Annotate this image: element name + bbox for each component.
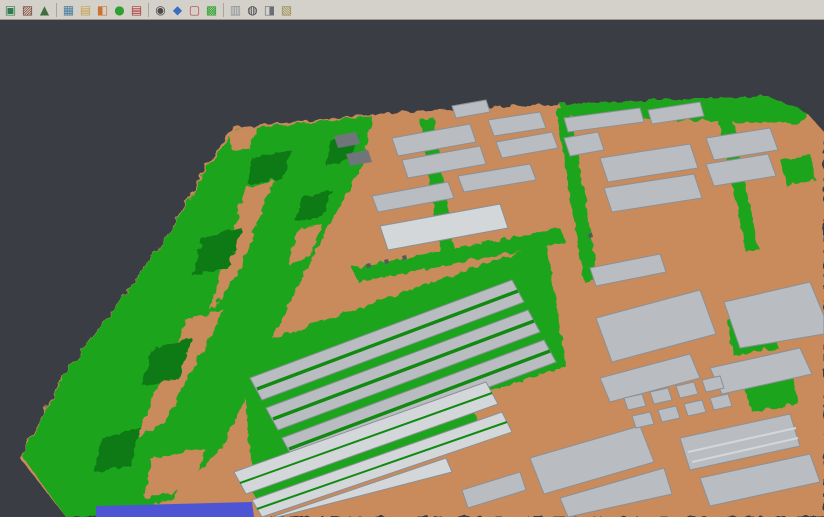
toolbar-separator: [223, 3, 224, 17]
crop-tool-icon[interactable]: ◆: [169, 2, 186, 18]
split-view-icon[interactable]: ◨: [261, 2, 278, 18]
import-data-icon[interactable]: ▨: [19, 2, 36, 18]
globe-icon[interactable]: ◍: [244, 2, 261, 18]
toolbar-separator: [148, 3, 149, 17]
toolbar: ▣▨▲▦▤◧●▤◉◆▢▩▥◍◨▧: [0, 0, 824, 20]
window-layout-icon[interactable]: ▥: [227, 2, 244, 18]
filter-icon[interactable]: ▤: [128, 2, 145, 18]
histogram-icon[interactable]: ▧: [278, 2, 295, 18]
toolbar-separator: [56, 3, 57, 17]
texture-icon[interactable]: ▤: [77, 2, 94, 18]
terrain-view-icon[interactable]: ▲: [36, 2, 53, 18]
scene-svg[interactable]: [0, 20, 824, 517]
point-cloud-icon[interactable]: ▦: [60, 2, 77, 18]
application-window: ▣▨▲▦▤◧●▤◉◆▢▩▥◍◨▧: [0, 0, 824, 517]
orthophoto-icon[interactable]: ◧: [94, 2, 111, 18]
settings-gear-icon[interactable]: ◉: [152, 2, 169, 18]
viewport-3d[interactable]: [0, 20, 824, 517]
bounding-box-icon[interactable]: ▢: [186, 2, 203, 18]
classification-icon[interactable]: ●: [111, 2, 128, 18]
open-project-icon[interactable]: ▣: [2, 2, 19, 18]
grid-icon[interactable]: ▩: [203, 2, 220, 18]
